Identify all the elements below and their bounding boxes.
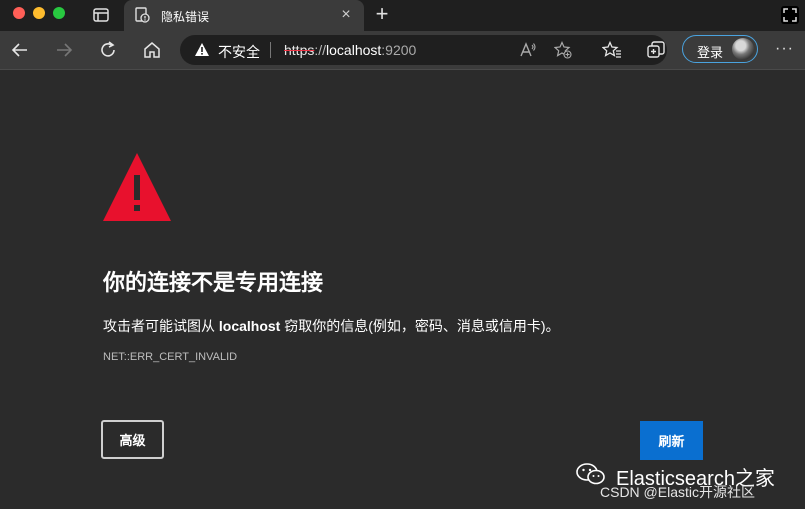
maximize-window-button[interactable]	[53, 7, 65, 19]
address-bar[interactable]: 不安全 https://localhost:9200	[180, 35, 667, 65]
close-window-button[interactable]	[13, 7, 25, 19]
warning-triangle-icon	[103, 153, 171, 221]
more-options-icon[interactable]: ···	[775, 41, 795, 59]
browser-toolbar: 不安全 https://localhost:9200 登录 ···	[0, 31, 805, 70]
tab-title: 隐私错误	[161, 10, 210, 24]
minimize-window-button[interactable]	[33, 7, 45, 19]
add-favorite-icon[interactable]	[553, 41, 572, 59]
description-host: localhost	[218, 318, 281, 334]
collections-icon[interactable]	[646, 40, 666, 60]
page-title: 你的连接不是专用连接	[103, 270, 324, 295]
read-aloud-icon[interactable]	[519, 41, 537, 59]
not-secure-label[interactable]: 不安全	[218, 42, 260, 62]
new-tab-button[interactable]: +	[372, 3, 392, 25]
fullscreen-icon[interactable]	[781, 6, 799, 24]
tab-privacy-error[interactable]: 隐私错误 ×	[124, 0, 364, 31]
not-secure-warning-icon[interactable]	[194, 42, 210, 58]
url-scheme: https	[284, 42, 315, 58]
url-text[interactable]: https://localhost:9200	[284, 42, 416, 58]
sign-in-button[interactable]: 登录	[682, 35, 758, 63]
avatar	[732, 38, 754, 60]
home-icon[interactable]	[142, 40, 162, 60]
back-arrow-icon[interactable]	[10, 40, 30, 60]
refresh-button[interactable]: 刷新	[640, 421, 703, 460]
description-after: 窃取你的信息(例如，密码、消息或信用卡)。	[280, 318, 560, 334]
error-code[interactable]: NET::ERR_CERT_INVALID	[103, 351, 237, 363]
url-separator: ://	[314, 42, 327, 58]
error-description: 攻击者可能试图从 localhost 窃取你的信息(例如，密码、消息或信用卡)。	[103, 316, 560, 336]
advanced-button[interactable]: 高级	[101, 420, 164, 459]
description-before: 攻击者可能试图从	[103, 318, 219, 334]
url-port: :9200	[381, 42, 417, 58]
reload-icon[interactable]	[98, 40, 118, 60]
page-warning-icon	[134, 7, 150, 23]
url-host: localhost	[326, 42, 382, 58]
tab-close-icon[interactable]: ×	[338, 7, 354, 23]
forward-arrow-icon[interactable]	[54, 40, 74, 60]
watermark-subtitle: CSDN @Elastic开源社区	[600, 484, 756, 500]
address-divider	[270, 42, 271, 58]
tab-actions-icon[interactable]	[92, 6, 110, 24]
sign-in-label: 登录	[697, 45, 724, 60]
favorites-icon[interactable]	[601, 40, 622, 60]
title-bar: 隐私错误 × +	[0, 0, 805, 31]
